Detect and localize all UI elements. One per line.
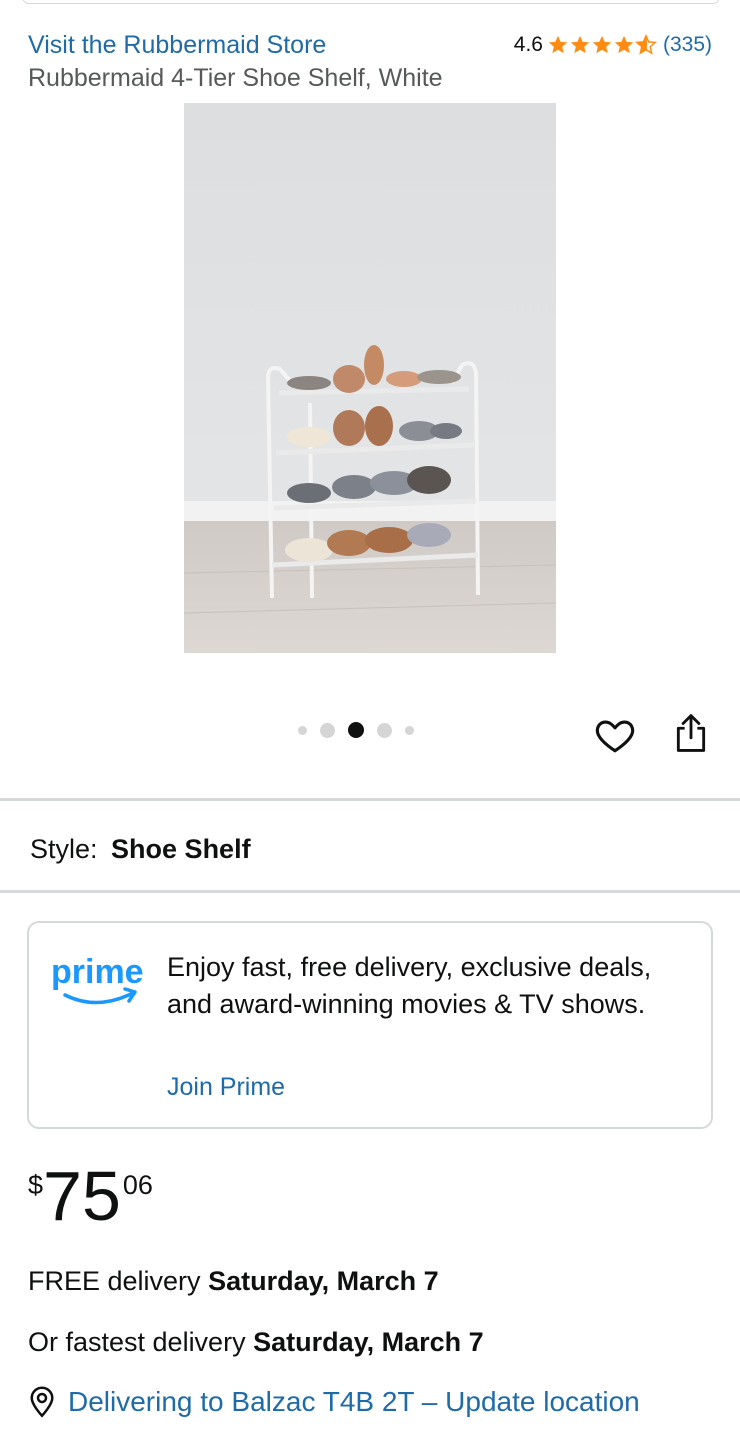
- carousel-dot[interactable]: [320, 722, 335, 738]
- star-rating: [547, 34, 657, 56]
- free-delivery-line: FREE delivery Saturday, March 7: [28, 1266, 439, 1297]
- prime-description: Enjoy fast, free delivery, exclusive dea…: [167, 952, 652, 1019]
- section-divider: [0, 890, 740, 893]
- join-prime-link[interactable]: Join Prime: [167, 1073, 285, 1102]
- price: $ 75 06: [28, 1158, 153, 1234]
- prime-promo-card: prime Enjoy fast, free delivery, exclusi…: [27, 921, 713, 1129]
- image-carousel-dots[interactable]: [298, 722, 414, 738]
- section-divider: [0, 798, 740, 801]
- carousel-dot[interactable]: [377, 722, 392, 738]
- location-text: Delivering to Balzac T4B 2T – Update loc…: [68, 1386, 640, 1417]
- shoe-shelf-photo: [184, 103, 556, 653]
- rating-summary[interactable]: 4.6 (335): [514, 33, 712, 57]
- star-icon: [548, 35, 568, 54]
- free-delivery-date: Saturday, March 7: [208, 1266, 439, 1296]
- prime-logo-text: prime: [51, 953, 144, 991]
- style-value: Shoe Shelf: [111, 834, 251, 864]
- heart-outline-icon: [595, 720, 635, 753]
- product-header: Visit the Rubbermaid Store 4.6 (335): [28, 28, 712, 62]
- style-label: Style:: [30, 834, 98, 864]
- price-symbol: $: [28, 1170, 44, 1200]
- prime-logo: prime: [51, 949, 151, 1013]
- carousel-dot-active[interactable]: [348, 722, 364, 738]
- share-icon: [676, 714, 706, 752]
- price-fraction: 06: [122, 1170, 153, 1200]
- delivery-location-link[interactable]: Delivering to Balzac T4B 2T – Update loc…: [28, 1386, 640, 1418]
- price-whole: 75: [43, 1157, 121, 1235]
- wishlist-button[interactable]: [594, 714, 636, 756]
- fastest-delivery-line: Or fastest delivery Saturday, March 7: [28, 1327, 484, 1358]
- carousel-dot[interactable]: [298, 725, 307, 735]
- share-button[interactable]: [672, 712, 710, 754]
- visit-store-link[interactable]: Visit the Rubbermaid Store: [28, 31, 326, 60]
- product-image[interactable]: [184, 103, 556, 653]
- star-icon: [614, 35, 634, 54]
- carousel-dot[interactable]: [405, 725, 414, 735]
- fastest-delivery-date: Saturday, March 7: [253, 1327, 484, 1357]
- style-selector[interactable]: Style: Shoe Shelf: [30, 834, 251, 865]
- rating-count-link[interactable]: (335): [663, 33, 712, 57]
- location-pin-icon: [30, 1386, 54, 1418]
- half-star-icon: [635, 34, 657, 55]
- fastest-delivery-prefix: Or fastest delivery: [28, 1327, 246, 1357]
- star-icon: [570, 35, 590, 54]
- product-title: Rubbermaid 4-Tier Shoe Shelf, White: [28, 64, 443, 92]
- free-delivery-prefix: FREE delivery: [28, 1266, 201, 1296]
- previous-card-edge: [22, 0, 720, 4]
- star-icon: [592, 35, 612, 54]
- rating-value: 4.6: [513, 33, 543, 56]
